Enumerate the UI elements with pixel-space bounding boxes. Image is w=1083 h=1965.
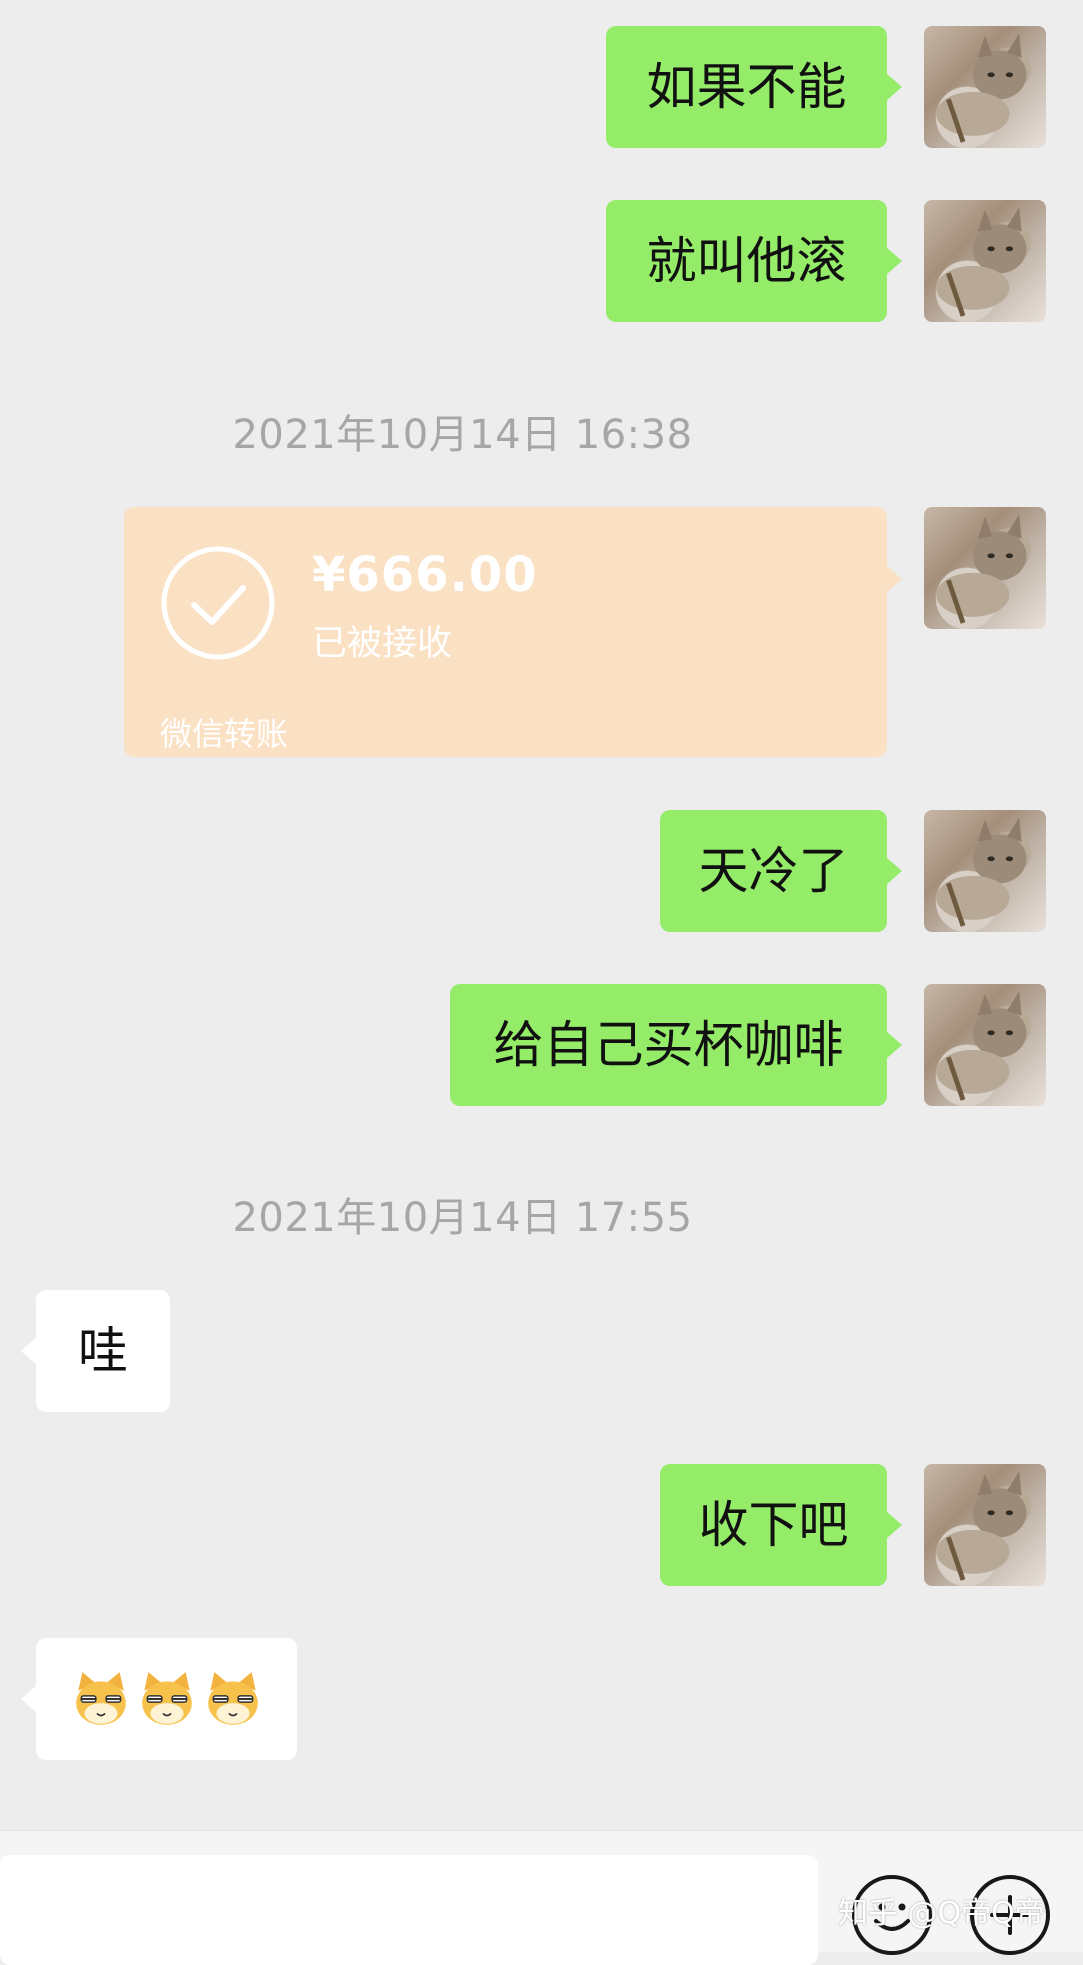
cat-avatar-icon [936,33,1027,143]
message-text: 给自己买杯咖啡 [493,1016,844,1074]
message-timestamp: 2021年10月14日 16:38 [232,412,693,458]
transfer-status: 已被接收 [312,624,453,664]
transfer-amount: ¥666.00 [312,547,538,603]
sent-message-bubble[interactable]: 收下吧 [660,1464,887,1586]
wechat-transfer-card[interactable]: ¥666.00 已被接收 微信转账 [124,507,902,757]
cat-avatar-icon [936,817,1027,927]
cat-face-icon [207,1672,258,1725]
user-avatar[interactable] [924,984,1046,1106]
message-text: 就叫他滚 [646,232,847,290]
cat-face-icon [75,1672,126,1725]
check-circle-icon [161,546,275,660]
message-text: 如果不能 [646,58,847,116]
transfer-label: 微信转账 [160,715,289,753]
chat-history[interactable]: 如果不能 就叫他滚 2021年10月14日 16:38 ¥666.00 已被接收… [0,0,1083,1830]
message-input[interactable] [0,1855,818,1965]
message-text: 哇 [78,1322,128,1380]
user-avatar[interactable] [924,810,1046,932]
cat-avatar-icon [936,207,1027,317]
watermark: 知乎 @Q帝Q帝 [838,1896,1045,1931]
message-text: 天冷了 [698,842,849,900]
user-avatar[interactable] [924,507,1046,629]
user-avatar[interactable] [924,1464,1046,1586]
sent-message-bubble[interactable]: 天冷了 [660,810,887,932]
message-timestamp: 2021年10月14日 17:55 [232,1195,693,1241]
transfer-divider [124,697,887,698]
sent-message-bubble[interactable]: 如果不能 [606,26,887,148]
cat-avatar-icon [936,1471,1027,1581]
cat-avatar-icon [936,991,1027,1101]
received-emoji-bubble[interactable] [36,1638,297,1760]
cat-avatar-icon [936,514,1027,624]
sent-message-bubble[interactable]: 给自己买杯咖啡 [450,984,887,1106]
received-message-bubble[interactable]: 哇 [36,1290,170,1412]
message-text: 收下吧 [698,1496,849,1554]
user-avatar[interactable] [924,200,1046,322]
sent-message-bubble[interactable]: 就叫他滚 [606,200,887,322]
user-avatar[interactable] [924,26,1046,148]
cat-face-icon [141,1672,192,1725]
